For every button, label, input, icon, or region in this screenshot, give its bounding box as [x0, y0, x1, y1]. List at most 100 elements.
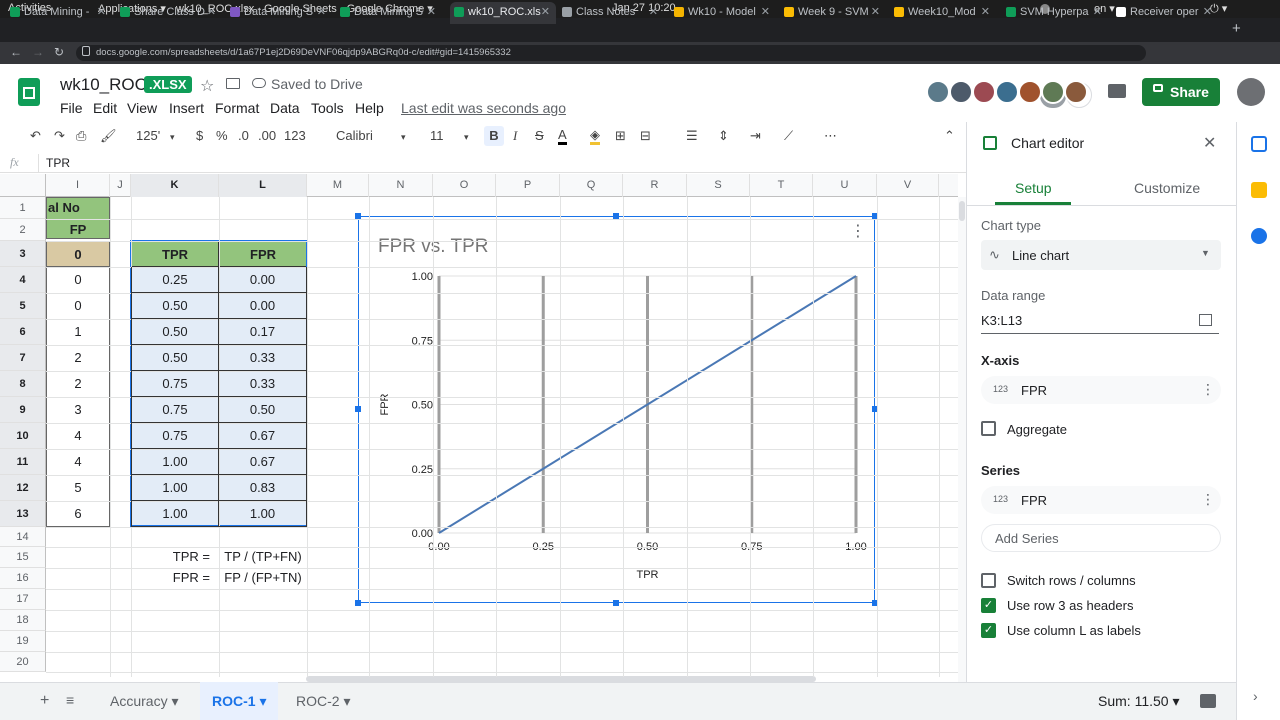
column-header[interactable]: U — [813, 174, 877, 197]
column-header[interactable]: V — [877, 174, 939, 197]
column-header[interactable]: N — [369, 174, 433, 197]
browser-tab[interactable]: SVM Hyperpa ✕ — [1002, 2, 1108, 24]
more-icon[interactable]: ⋯ — [824, 128, 837, 144]
tpr-cell[interactable]: 1.00 — [131, 475, 219, 501]
close-icon[interactable]: ✕ — [207, 2, 216, 22]
cell-i2[interactable]: FP — [46, 219, 110, 241]
tab-setup[interactable]: Setup — [1015, 180, 1052, 196]
fpr-cell[interactable]: 0.33 — [219, 345, 307, 371]
row-header[interactable]: 11 — [0, 449, 46, 475]
font-select[interactable]: Calibri — [336, 128, 373, 143]
browser-tab[interactable]: Data Mining - ✕ — [6, 2, 112, 24]
row-header[interactable]: 6 — [0, 319, 46, 345]
sheet-tab-accuracy[interactable]: Accuracy ▾ — [98, 682, 191, 720]
close-icon[interactable]: ✕ — [1093, 2, 1102, 22]
column-header[interactable]: L — [219, 174, 307, 197]
row-header[interactable]: 18 — [0, 610, 46, 631]
data-range-input[interactable]: K3:L13 — [981, 313, 1022, 328]
browser-tab[interactable]: wk10_ROC.xls ✕ — [450, 2, 556, 24]
column-header[interactable]: P — [496, 174, 560, 197]
menu-edit[interactable]: Edit — [93, 100, 117, 116]
switch-rows-checkbox[interactable] — [981, 573, 996, 588]
column-header[interactable]: M — [307, 174, 369, 197]
close-icon[interactable]: ✕ — [761, 2, 770, 22]
column-header[interactable]: I — [46, 174, 110, 197]
increase-decimal-button[interactable]: .00 — [258, 128, 276, 143]
menu-format[interactable]: Format — [215, 100, 259, 116]
share-button[interactable]: Share — [1142, 78, 1220, 106]
close-icon[interactable]: ✕ — [1203, 133, 1216, 153]
fpr-cell[interactable]: 0.67 — [219, 449, 307, 475]
tab-customize[interactable]: Customize — [1134, 180, 1200, 196]
calendar-icon[interactable] — [1251, 136, 1267, 152]
explore-icon[interactable] — [1200, 694, 1216, 708]
reload-icon[interactable]: ↻ — [54, 45, 64, 59]
column-header[interactable]: Q — [560, 174, 623, 197]
tpr-cell[interactable]: 0.75 — [131, 371, 219, 397]
borders-icon[interactable]: ⊞ — [615, 128, 626, 144]
collaborator-avatar[interactable] — [1018, 80, 1042, 104]
zoom-select[interactable]: 125' — [136, 128, 160, 143]
collaborator-avatar[interactable] — [972, 80, 996, 104]
row-header[interactable]: 5 — [0, 293, 46, 319]
cell-i3[interactable]: 0 — [46, 241, 110, 267]
comment-icon[interactable] — [1108, 84, 1126, 98]
decrease-decimal-button[interactable]: .0 — [238, 128, 249, 143]
close-icon[interactable]: ✕ — [871, 2, 880, 22]
vertical-scrollbar[interactable] — [958, 197, 966, 682]
browser-tab[interactable]: Class Notes ✕ — [558, 2, 664, 24]
print-icon[interactable]: ⎙ — [76, 128, 86, 144]
fill-color-icon[interactable]: ◈ — [590, 128, 600, 145]
collapse-icon[interactable]: ⌃ — [944, 128, 955, 144]
paint-format-icon[interactable]: 🖌 — [100, 128, 117, 144]
valign-icon[interactable]: ⇕ — [718, 128, 729, 144]
new-tab-icon[interactable]: + — [1232, 20, 1241, 37]
menu-insert[interactable]: Insert — [169, 100, 204, 116]
cell-i[interactable]: 2 — [46, 345, 110, 371]
column-header[interactable]: R — [623, 174, 687, 197]
row-header[interactable]: 13 — [0, 501, 46, 527]
bold-button[interactable]: B — [484, 126, 504, 146]
undo-icon[interactable]: ↶ — [30, 128, 41, 144]
all-sheets-icon[interactable]: ≡ — [66, 692, 74, 708]
chart-menu-icon[interactable]: ⋮ — [850, 221, 866, 241]
resize-handle[interactable] — [355, 600, 361, 606]
xlsx-badge[interactable]: .XLSX — [144, 76, 192, 93]
browser-tab[interactable]: Share Class D ✕ — [116, 2, 222, 24]
close-icon[interactable]: ✕ — [97, 2, 106, 22]
column-header[interactable]: O — [433, 174, 496, 197]
more-vert-icon[interactable]: ⋮ — [1201, 381, 1215, 398]
fpr-cell[interactable]: 0.83 — [219, 475, 307, 501]
menu-help[interactable]: Help — [355, 100, 384, 116]
fpr-cell[interactable]: 0.17 — [219, 319, 307, 345]
cell-i[interactable]: 6 — [46, 501, 110, 527]
row-header[interactable]: 9 — [0, 397, 46, 423]
row-header[interactable]: 10 — [0, 423, 46, 449]
italic-button[interactable]: I — [513, 128, 517, 144]
fpr-cell[interactable]: 1.00 — [219, 501, 307, 527]
row-header[interactable]: 15 — [0, 547, 46, 568]
add-sheet-icon[interactable]: + — [40, 692, 49, 710]
percent-button[interactable]: % — [216, 128, 228, 143]
browser-tab[interactable]: Data Mining S ✕ — [336, 2, 442, 24]
use-row-headers-checkbox[interactable]: ✓ — [981, 598, 996, 613]
tpr-cell[interactable]: 1.00 — [131, 449, 219, 475]
close-icon[interactable]: ✕ — [1203, 2, 1212, 22]
tpr-cell[interactable]: 1.00 — [131, 501, 219, 527]
close-icon[interactable]: ✕ — [649, 2, 658, 22]
tasks-icon[interactable] — [1251, 228, 1267, 244]
resize-handle[interactable] — [355, 406, 361, 412]
add-series-button[interactable]: Add Series — [981, 524, 1221, 552]
row-header[interactable]: 3 — [0, 241, 46, 267]
url-field[interactable]: docs.google.com/spreadsheets/d/1a67P1ej2… — [76, 45, 1146, 61]
fpr-cell[interactable]: 0.50 — [219, 397, 307, 423]
menu-data[interactable]: Data — [270, 100, 300, 116]
menu-tools[interactable]: Tools — [311, 100, 344, 116]
close-icon[interactable]: ✕ — [317, 2, 326, 22]
tpr-cell[interactable]: 0.50 — [131, 319, 219, 345]
account-avatar[interactable] — [1237, 78, 1265, 106]
currency-button[interactable]: $ — [196, 128, 203, 143]
row-header[interactable]: 4 — [0, 267, 46, 293]
row-header[interactable]: 12 — [0, 475, 46, 501]
column-header[interactable]: S — [687, 174, 750, 197]
